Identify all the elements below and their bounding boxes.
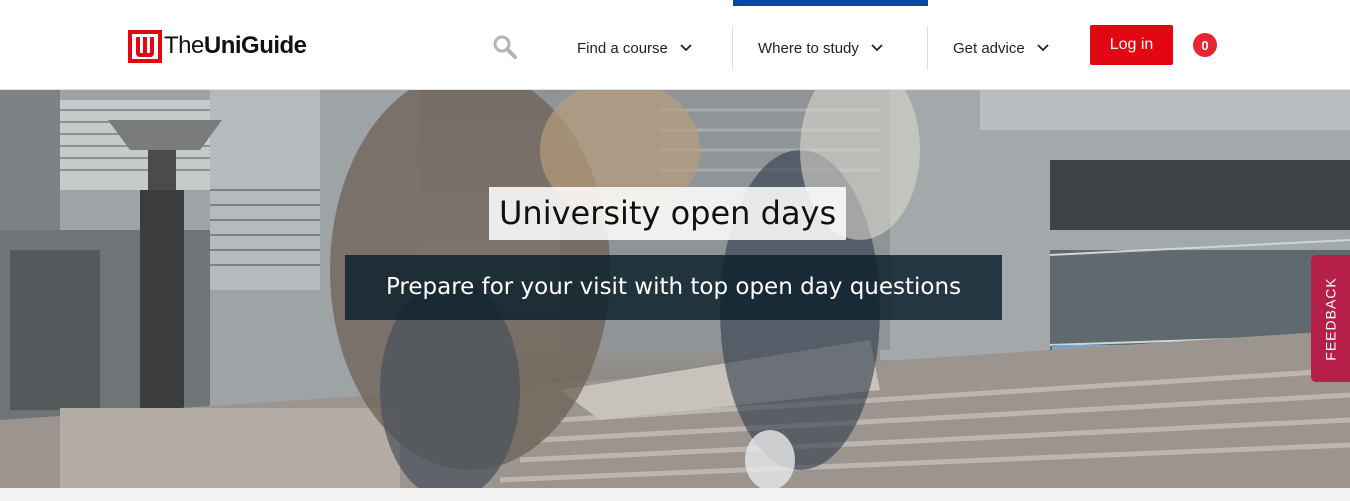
feedback-label: FEEDBACK	[1322, 276, 1339, 361]
hero-title: University open days	[489, 187, 847, 240]
nav-where-to-study[interactable]: Where to study	[758, 26, 883, 70]
logo[interactable]: TheUniGuide	[128, 29, 307, 63]
search-icon[interactable]	[492, 34, 518, 60]
nav-label: Where to study	[758, 39, 859, 57]
chevron-down-icon	[1037, 44, 1049, 52]
site-header: TheUniGuide Find a course Where to study…	[0, 0, 1350, 90]
hero-subtitle: Prepare for your visit with top open day…	[345, 255, 1002, 320]
logo-text: TheUniGuide	[164, 32, 307, 59]
nav-active-indicator	[733, 0, 928, 6]
nav-divider	[927, 26, 928, 70]
chevron-down-icon	[871, 44, 883, 52]
nav-label: Get advice	[953, 39, 1025, 57]
logo-mark-icon	[128, 29, 162, 63]
nav-divider	[732, 26, 733, 70]
hero-banner: University open days Prepare for your vi…	[0, 90, 1350, 488]
login-button[interactable]: Log in	[1090, 25, 1173, 65]
feedback-tab[interactable]: FEEDBACK	[1311, 255, 1350, 382]
basket-count-badge[interactable]: 0	[1193, 33, 1217, 57]
chevron-down-icon	[680, 44, 692, 52]
hero-bottom-strip	[0, 488, 1350, 501]
nav-label: Find a course	[577, 39, 668, 57]
nav-find-a-course[interactable]: Find a course	[577, 26, 692, 70]
nav-get-advice[interactable]: Get advice	[953, 26, 1049, 70]
